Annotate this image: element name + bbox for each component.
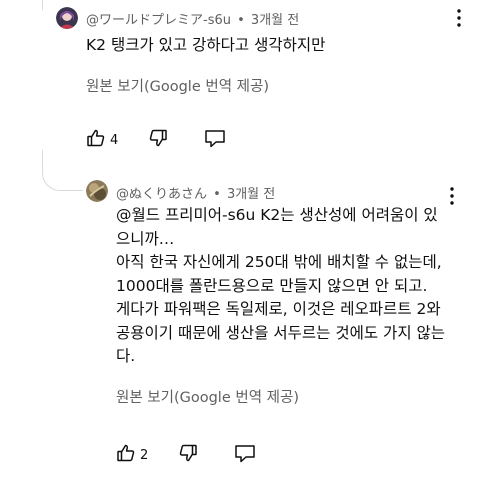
more-vert-icon[interactable] <box>453 9 465 27</box>
author-name[interactable]: @ぬくりあさん <box>116 187 207 202</box>
see-original-link[interactable]: 원본 보기(Google 번역 제공) <box>116 386 299 407</box>
comment-header: @ワールドプレミア-s6u • 3개월 전 <box>86 13 300 28</box>
author-name[interactable]: @ワールドプレミア-s6u <box>86 13 231 28</box>
thumbs-up-icon[interactable] <box>116 443 136 467</box>
comment-actions: 2 <box>116 443 256 467</box>
thumbs-down-icon[interactable] <box>148 128 168 152</box>
see-original-link[interactable]: 원본 보기(Google 번역 제공) <box>86 75 269 96</box>
thread-line <box>42 0 43 10</box>
thumbs-down-icon[interactable] <box>178 443 198 467</box>
reply-icon[interactable] <box>204 128 226 152</box>
reply-icon[interactable] <box>234 443 256 467</box>
like-count: 4 <box>110 132 119 148</box>
more-vert-icon[interactable] <box>446 187 458 205</box>
comment-text: @월드 프리미어-s6u K2는 생산성에 어려움이 있 으니까… 아직 한국 … <box>116 206 446 365</box>
reply-connector <box>42 150 83 191</box>
timestamp[interactable]: 3개월 전 <box>227 187 275 202</box>
comment-actions: 4 <box>86 128 226 152</box>
like-count: 2 <box>140 447 149 463</box>
thumbs-up-icon[interactable] <box>86 128 106 152</box>
comment-text: K2 탱크가 있고 강하다고 생각하지만 <box>86 36 326 54</box>
comment-header: @ぬくりあさん • 3개월 전 <box>116 187 276 202</box>
timestamp[interactable]: 3개월 전 <box>251 13 299 28</box>
avatar[interactable] <box>86 180 108 202</box>
avatar[interactable] <box>56 7 78 29</box>
